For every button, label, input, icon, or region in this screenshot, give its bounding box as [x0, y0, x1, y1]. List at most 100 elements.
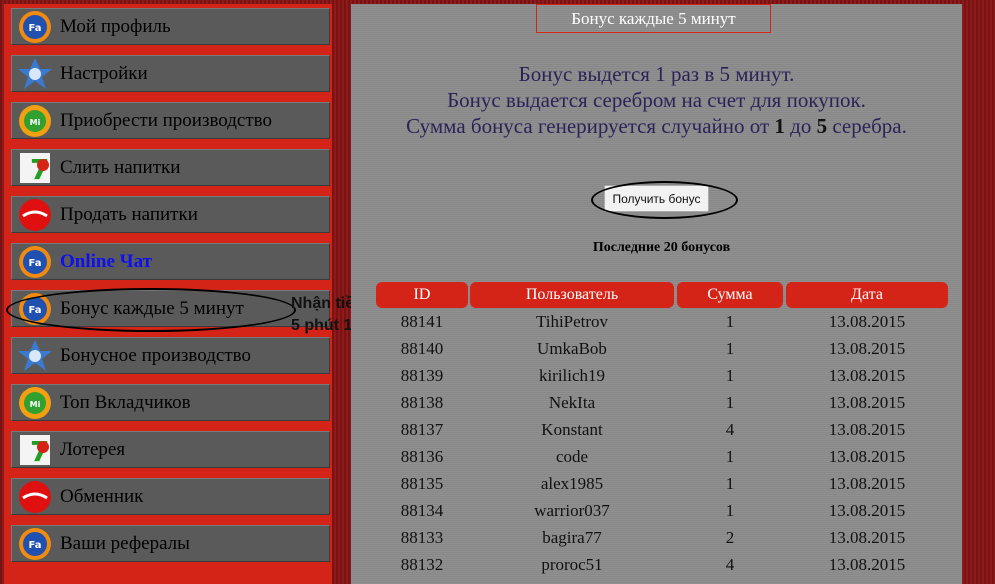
sidebar-item-top-investors[interactable]: Mi Топ Вкладчиков [11, 384, 330, 421]
fanta-icon: Fa [16, 526, 54, 561]
cell-id: 88135 [400, 474, 444, 493]
table-row: 88132 proroc51 4 13.08.2015 [351, 555, 962, 582]
table-row: 88136 code 1 13.08.2015 [351, 447, 962, 474]
get-bonus-button[interactable]: Получить бонус [604, 185, 709, 212]
cell-amount: 4 [725, 555, 735, 574]
info-max: 5 [816, 114, 828, 138]
table-row: 88134 warrior037 1 13.08.2015 [351, 501, 962, 528]
sprite-icon [16, 338, 54, 373]
cell-date: 13.08.2015 [828, 528, 906, 547]
cell-user: warrior037 [534, 501, 610, 520]
sidebar-item-drain-drinks[interactable]: 7 Слить напитки [11, 149, 330, 186]
sprite-icon [16, 56, 54, 91]
info-min: 1 [774, 114, 785, 138]
cell-user: TihiPetrov [535, 312, 609, 331]
cell-date: 13.08.2015 [828, 447, 906, 466]
cell-amount: 1 [725, 501, 735, 520]
last-bonuses-heading: Последние 20 бонусов [592, 240, 731, 255]
sidebar-item-label: Настройки [60, 62, 148, 84]
sidebar: Fa Мой профиль Настройки Mi Приобрести п… [4, 4, 332, 584]
sidebar-item-bonus[interactable]: Fa Бонус каждые 5 минут [11, 290, 330, 327]
cell-date: 13.08.2015 [828, 501, 906, 520]
cell-date: 13.08.2015 [828, 555, 906, 574]
sidebar-item-online-chat[interactable]: Fa Online Чат [11, 243, 330, 280]
cell-amount: 4 [725, 420, 735, 439]
cell-amount: 1 [725, 312, 735, 331]
cell-id: 88134 [400, 501, 444, 520]
cell-amount: 1 [725, 393, 735, 412]
mirinda-icon: Mi [16, 103, 54, 138]
main-panel: Бонус каждые 5 минут Бонус выдется 1 раз… [351, 4, 962, 584]
cell-user: kirilich19 [538, 366, 606, 385]
sidebar-item-label: Приобрести производство [60, 109, 272, 131]
sidebar-item-sell-drinks[interactable]: Продать напитки [11, 196, 330, 233]
sidebar-item-referrals[interactable]: Fa Ваши рефералы [11, 525, 330, 562]
cell-amount: 1 [725, 474, 735, 493]
cell-date: 13.08.2015 [828, 366, 906, 385]
info-mid: до [790, 114, 812, 138]
svg-text:Fa: Fa [29, 305, 42, 316]
table-row: 88133 bagira77 2 13.08.2015 [351, 528, 962, 555]
info-line-1: Бонус выдется 1 раз в 5 минут. [518, 62, 795, 86]
fanta-icon: Fa [16, 291, 54, 326]
cell-user: NekIta [548, 393, 596, 412]
sidebar-item-label: Мой профиль [60, 15, 171, 37]
table-row: 88137 Konstant 4 13.08.2015 [351, 420, 962, 447]
cell-date: 13.08.2015 [828, 474, 906, 493]
cell-date: 13.08.2015 [828, 420, 906, 439]
table-row: 88141 TihiPetrov 1 13.08.2015 [351, 312, 962, 339]
table-row: 88139 kirilich19 1 13.08.2015 [351, 366, 962, 393]
cell-id: 88132 [400, 555, 444, 574]
sidebar-item-label: Online Чат [60, 250, 152, 272]
cell-date: 13.08.2015 [828, 339, 906, 358]
cell-date: 13.08.2015 [828, 393, 906, 412]
cell-user: UmkaBob [537, 339, 607, 358]
cell-amount: 2 [725, 528, 735, 547]
cell-user: alex1985 [540, 474, 604, 493]
table-row: 88138 NekIta 1 13.08.2015 [351, 393, 962, 420]
column-header-amount: Сумма [677, 282, 783, 308]
cell-id: 88139 [400, 366, 444, 385]
sidebar-item-label: Бонусное производство [60, 344, 251, 366]
page-title: Бонус каждые 5 минут [536, 4, 771, 33]
sidebar-item-label: Топ Вкладчиков [60, 391, 191, 413]
table-row: 88140 UmkaBob 1 13.08.2015 [351, 339, 962, 366]
cell-date: 13.08.2015 [828, 312, 906, 331]
sidebar-item-bonus-production[interactable]: Бонусное производство [11, 337, 330, 374]
cell-id: 88140 [400, 339, 444, 358]
sidebar-item-label: Обменник [60, 485, 144, 507]
fanta-icon: Fa [16, 244, 54, 279]
sidebar-item-label: Продать напитки [60, 203, 198, 225]
sidebar-item-label: Лотерея [60, 438, 126, 460]
bonus-info: Бонус выдется 1 раз в 5 минут. Бонус выд… [351, 61, 962, 139]
cell-user: Konstant [541, 420, 603, 439]
sidebar-item-exchange[interactable]: Обменник [11, 478, 330, 515]
sidebar-item-label: Ваши рефералы [60, 532, 190, 554]
coca-cola-icon [16, 479, 54, 514]
sidebar-item-settings[interactable]: Настройки [11, 55, 330, 92]
cell-id: 88137 [400, 420, 444, 439]
sidebar-item-lottery[interactable]: 7 Лотерея [11, 431, 330, 468]
cell-amount: 1 [725, 366, 735, 385]
sidebar-item-buy-production[interactable]: Mi Приобрести производство [11, 102, 330, 139]
column-header-date: Дата [786, 282, 948, 308]
svg-text:Fa: Fa [29, 540, 42, 551]
sidebar-item-my-profile[interactable]: Fa Мой профиль [11, 8, 330, 45]
cell-amount: 1 [725, 447, 735, 466]
svg-text:Mi: Mi [30, 400, 41, 409]
info-line-3-prefix: Сумма бонуса генерируется случайно от [406, 114, 770, 138]
cell-id: 88141 [400, 312, 444, 331]
cell-user: code [555, 447, 589, 466]
column-header-id: ID [376, 282, 468, 308]
sidebar-item-label: Слить напитки [60, 156, 181, 178]
svg-text:Fa: Fa [29, 23, 42, 34]
cell-user: proroc51 [541, 555, 603, 574]
cell-amount: 1 [725, 339, 735, 358]
info-suffix: серебра. [832, 114, 907, 138]
fanta-icon: Fa [16, 9, 54, 44]
sidebar-item-label: Бонус каждые 5 минут [60, 297, 244, 319]
cell-user: bagira77 [542, 528, 602, 547]
7up-icon: 7 [16, 432, 54, 467]
svg-text:Mi: Mi [30, 118, 41, 127]
mirinda-icon: Mi [16, 385, 54, 420]
